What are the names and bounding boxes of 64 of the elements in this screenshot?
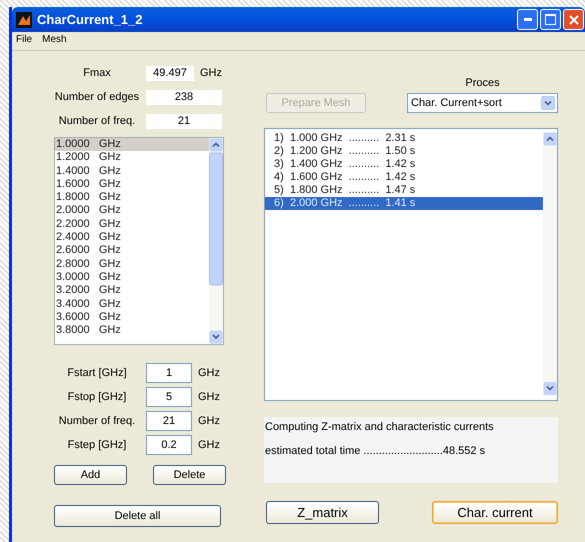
- list-item[interactable]: 6) 2.000 GHz .......... 1.41 s: [265, 197, 543, 210]
- process-dropdown[interactable]: Char. Current+sort: [407, 93, 558, 113]
- input-field[interactable]: 21: [146, 411, 192, 431]
- list-item[interactable]: 2.0000 GHz: [55, 204, 209, 218]
- list-item[interactable]: 3.0000 GHz: [55, 270, 209, 284]
- list-item[interactable]: 1.6000 GHz: [55, 178, 209, 192]
- input-field[interactable]: 1: [146, 363, 192, 383]
- delete-all-button[interactable]: Delete all: [54, 505, 221, 527]
- list-item[interactable]: 3.2000 GHz: [55, 284, 209, 298]
- list-item[interactable]: 3.8000 GHz: [55, 324, 209, 338]
- menu-item[interactable]: Mesh: [42, 34, 67, 48]
- unit-label: GHz: [198, 367, 220, 379]
- frequency-list[interactable]: 1.0000 GHz 1.2000 GHz 1.4000 GHz 1.6000 GHz 1.8000 GHz 2.0000 GHz 2.2000 GHz 2.4000 GHz 2.6000 GHz 2.8000 GHz 3.0000 GHz 3.2000 GHz 3.4000 GHz 3.6000 GHz 3.8000 GHz: [54, 137, 224, 345]
- status-text: estimated total time ..........................48.552 s: [265, 445, 486, 457]
- field-label: Number of freq.: [58, 115, 136, 127]
- app-icon: [16, 12, 32, 28]
- list-item[interactable]: 2.2000 GHz: [55, 218, 209, 232]
- list-item[interactable]: 2.8000 GHz: [55, 258, 209, 271]
- maximize-icon: [545, 14, 556, 25]
- action-button[interactable]: Z_matrix: [266, 501, 379, 524]
- list-item[interactable]: 2.6000 GHz: [55, 244, 209, 258]
- chevron-down-icon: [541, 96, 555, 110]
- list-item[interactable]: 5) 1.800 GHz .......... 1.47 s: [265, 184, 543, 197]
- value-field: 49.497: [146, 66, 194, 80]
- field-label: Number of freq.: [58, 415, 136, 427]
- field-label: Number of edges: [54, 91, 140, 103]
- results-list[interactable]: 1) 1.000 GHz .......... 2.31 s 2) 1.200 GHz .......... 1.50 s 3) 1.400 GHz .......... 1.42 s 4) 1.600 GHz .......... 1.42 s 5) 1.800 GHz .......... 1.47 s 6) 2.000 GHz .......... 1.41 s: [264, 128, 558, 401]
- unit-label: GHz: [198, 391, 220, 403]
- process-label: Proces: [465, 77, 500, 89]
- action-button[interactable]: Char. current: [432, 501, 558, 524]
- unit-label: GHz: [200, 67, 222, 79]
- scrollbar[interactable]: [543, 132, 557, 396]
- minimize-icon: [524, 18, 532, 21]
- list-item[interactable]: 1.4000 GHz: [55, 164, 209, 178]
- input-field[interactable]: 0.2: [146, 435, 192, 455]
- list-item[interactable]: 1) 1.000 GHz .......... 2.31 s: [265, 132, 543, 145]
- value-field: 21: [146, 114, 222, 128]
- field-label: Fmax: [82, 67, 112, 79]
- list-button[interactable]: Delete: [153, 465, 226, 485]
- list-item[interactable]: 3.4000 GHz: [55, 298, 209, 311]
- list-item[interactable]: 2.4000 GHz: [55, 231, 209, 244]
- field-label: Fstart [GHz]: [66, 367, 128, 379]
- list-item[interactable]: 1.8000 GHz: [55, 191, 209, 204]
- list-item[interactable]: 3) 1.400 GHz .......... 1.42 s: [265, 158, 543, 171]
- close-icon: [568, 14, 578, 24]
- list-item[interactable]: 3.6000 GHz: [55, 310, 209, 324]
- minimize-button[interactable]: [517, 9, 538, 30]
- list-item[interactable]: 1.2000 GHz: [55, 151, 209, 165]
- maximize-button[interactable]: [540, 9, 561, 30]
- list-button[interactable]: Add: [54, 465, 127, 485]
- field-label: Fstep [GHz]: [66, 439, 128, 451]
- field-label: Fstop [GHz]: [66, 391, 128, 403]
- close-button[interactable]: [563, 9, 584, 30]
- list-item[interactable]: 2) 1.200 GHz .......... 1.50 s: [265, 145, 543, 158]
- input-field[interactable]: 5: [146, 387, 192, 407]
- status-text: Computing Z-matrix and characteristic currents: [265, 421, 495, 433]
- scrollbar[interactable]: [209, 138, 223, 344]
- unit-label: GHz: [198, 439, 220, 451]
- list-item[interactable]: 4) 1.600 GHz .......... 1.42 s: [265, 171, 543, 184]
- unit-label: GHz: [198, 415, 220, 427]
- menu-item[interactable]: File: [16, 34, 32, 48]
- value-field: 238: [146, 90, 222, 104]
- list-item[interactable]: 1.0000 GHz: [55, 138, 209, 152]
- window-title: CharCurrent_1_2: [37, 12, 142, 27]
